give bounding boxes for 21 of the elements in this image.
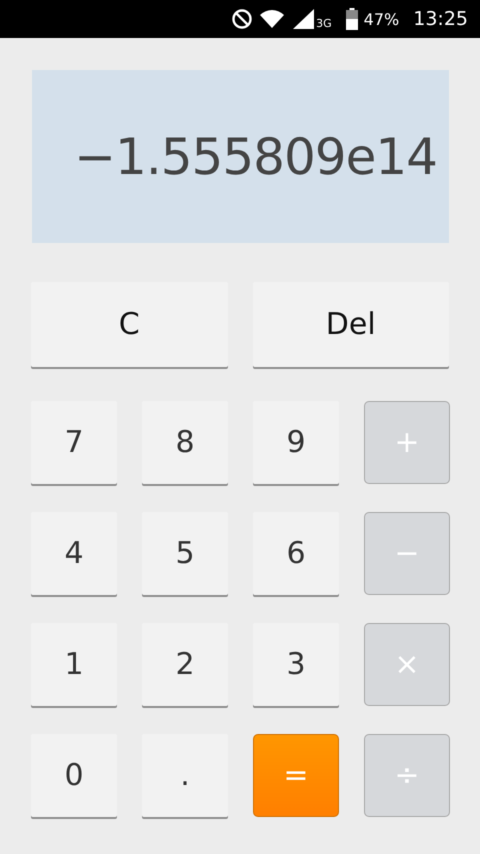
wifi-icon [259,9,286,29]
digit-key[interactable]: 5 [142,512,228,595]
digit-key[interactable]: 4 [31,512,117,595]
delete-button[interactable]: Del [252,282,449,367]
signal-icon [291,8,316,30]
battery-percent: 47% [364,10,400,28]
clear-button[interactable]: C [31,282,228,367]
result-value: −1.555809e14 [74,128,437,186]
digit-key[interactable]: 2 [142,623,228,706]
do-not-disturb-icon [231,8,254,30]
digit-key[interactable]: 8 [142,401,228,484]
digit-key[interactable]: 7 [31,401,117,484]
battery-icon [346,8,358,30]
digit-key[interactable]: 1 [31,623,117,706]
clock: 13:25 [413,8,468,30]
digit-key[interactable]: 6 [253,512,339,595]
digit-key[interactable]: 3 [253,623,339,706]
network-type: 3G [316,17,332,30]
digit-key[interactable]: . [142,734,228,817]
digit-key[interactable]: 0 [31,734,117,817]
digit-key[interactable]: 9 [253,401,339,484]
